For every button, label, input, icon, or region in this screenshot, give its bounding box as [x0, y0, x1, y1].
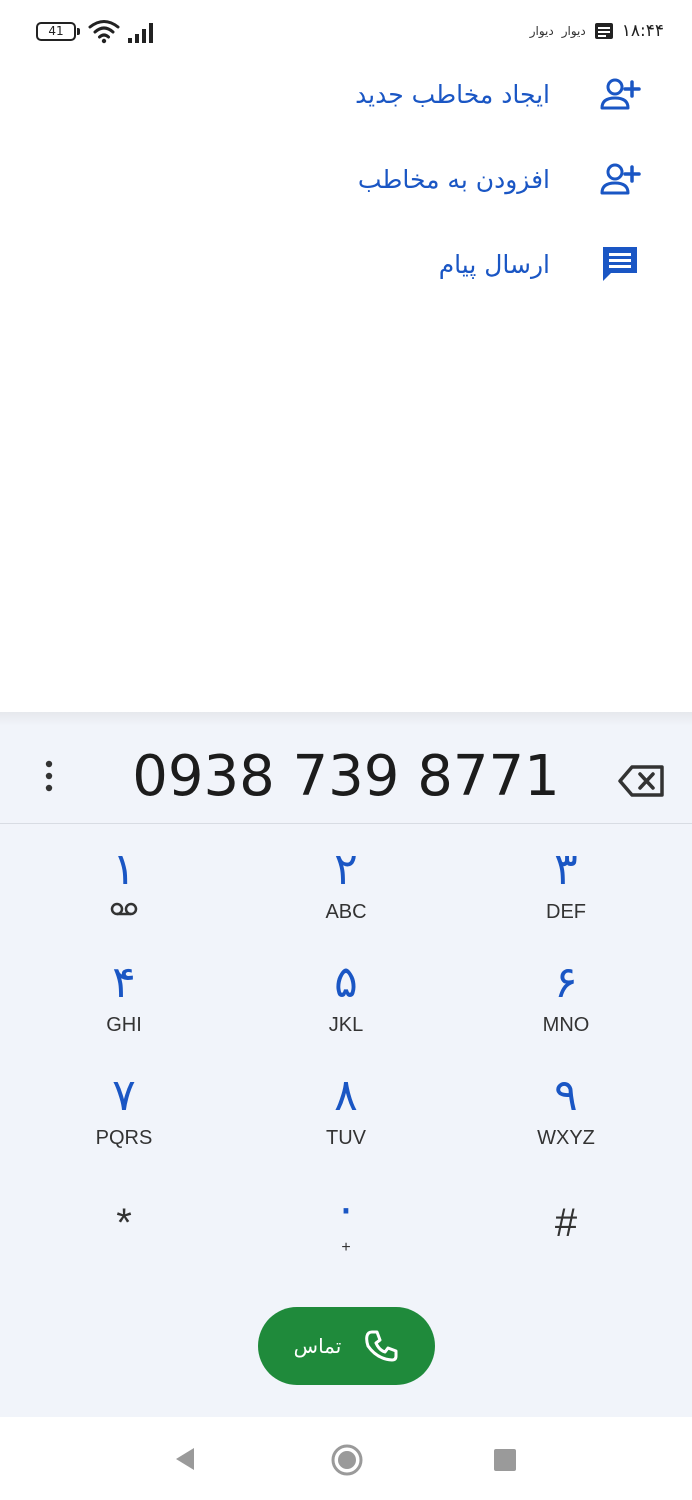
key-4[interactable]: ۴ GHI — [14, 955, 234, 1065]
key-2[interactable]: ۲ ABC — [236, 842, 456, 952]
battery-icon: 41 — [36, 22, 80, 41]
key-digit: ۶ — [554, 957, 578, 1008]
key-digit: ۰ — [334, 1183, 358, 1234]
notification-divar-2: دیوار — [529, 24, 554, 38]
recent-apps-icon[interactable] — [494, 1449, 516, 1471]
phone-icon — [365, 1330, 398, 1362]
news-icon — [594, 23, 613, 39]
key-9[interactable]: ۹ WXYZ — [456, 1068, 676, 1178]
add-person-icon — [600, 78, 641, 110]
key-5[interactable]: ۵ JKL — [236, 955, 456, 1065]
key-1[interactable]: ۱ — [14, 842, 234, 952]
dialpad: 0938 739 8771 ۱ ۲ ABC ۳ DEF ۴ GHI ۵ JKL … — [0, 712, 692, 1417]
status-right: دیوار دیوار ۱۸:۴۴ — [530, 18, 664, 44]
clock: ۱۸:۴۴ — [621, 21, 664, 41]
key-star[interactable]: * — [14, 1181, 234, 1291]
navigation-bar — [0, 1417, 692, 1500]
back-icon[interactable] — [172, 1445, 198, 1473]
key-letters: PQRS — [95, 1127, 153, 1149]
home-icon[interactable] — [330, 1443, 364, 1477]
key-letters: TUV — [326, 1127, 366, 1149]
create-new-contact-label: ایجاد مخاطب جدید — [355, 79, 550, 109]
send-message[interactable]: ارسال پیام — [0, 222, 692, 306]
key-0[interactable]: ۰ + — [236, 1181, 456, 1291]
key-8[interactable]: ۸ TUV — [236, 1068, 456, 1178]
create-new-contact[interactable]: ایجاد مخاطب جدید — [0, 52, 692, 136]
key-6[interactable]: ۶ MNO — [456, 955, 676, 1065]
key-letters: MNO — [542, 1014, 590, 1036]
key-7[interactable]: ۷ PQRS — [14, 1068, 234, 1178]
notification-divar-1: دیوار — [561, 24, 586, 38]
add-person-icon — [600, 163, 641, 195]
key-symbol: # — [554, 1201, 578, 1245]
key-digit: ۳ — [554, 844, 578, 895]
more-options-icon[interactable] — [36, 756, 62, 796]
signal-icon — [128, 23, 153, 43]
backspace-icon[interactable] — [618, 764, 666, 798]
key-digit: ۱ — [112, 844, 136, 895]
key-letters: ABC — [325, 901, 367, 923]
key-digit: ۸ — [334, 1070, 358, 1121]
number-row: 0938 739 8771 — [0, 726, 692, 824]
key-hash[interactable]: # — [456, 1181, 676, 1291]
key-letters: JKL — [328, 1014, 364, 1036]
send-message-label: ارسال پیام — [438, 249, 550, 279]
key-digit: ۷ — [112, 1070, 136, 1121]
call-label: تماس — [293, 1334, 342, 1358]
dialed-number[interactable]: 0938 739 8771 — [90, 744, 602, 809]
key-digit: ۲ — [334, 844, 358, 895]
voicemail-icon — [110, 902, 138, 916]
key-letters: WXYZ — [537, 1127, 595, 1149]
message-icon — [603, 247, 637, 281]
key-digit: ۹ — [554, 1070, 578, 1121]
call-button[interactable]: تماس — [258, 1307, 435, 1385]
key-digit: ۵ — [334, 957, 358, 1008]
key-plus: + — [341, 1239, 351, 1256]
key-symbol: * — [116, 1201, 132, 1245]
key-letters: DEF — [546, 901, 586, 923]
battery-level: 41 — [48, 24, 64, 38]
wifi-icon — [88, 20, 120, 44]
key-letters: GHI — [106, 1014, 142, 1036]
add-to-contact[interactable]: افزودن به مخاطب — [0, 137, 692, 221]
add-to-contact-label: افزودن به مخاطب — [357, 164, 550, 194]
key-3[interactable]: ۳ DEF — [456, 842, 676, 952]
key-digit: ۴ — [112, 957, 136, 1008]
